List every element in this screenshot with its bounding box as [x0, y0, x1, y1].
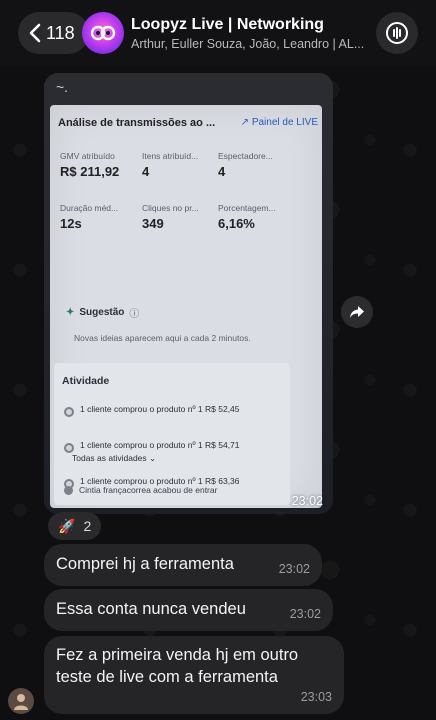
- message-text: Fez a primeira venda hj em outro teste d…: [56, 646, 299, 686]
- back-button[interactable]: 118: [18, 12, 89, 54]
- activity-item: 1 cliente comprou o produto nº 1 R$ 54,7…: [64, 439, 240, 453]
- activity-item: 1 cliente comprou o produto nº 1 R$ 52,4…: [64, 403, 240, 417]
- message-text: Essa conta nunca vendeu: [56, 600, 246, 618]
- screen-header: Análise de transmissões ao ... ↗ Painel …: [58, 117, 318, 129]
- activity-title: Atividade: [62, 375, 110, 387]
- message-time: 23:02: [289, 607, 321, 621]
- activity-panel: Atividade 1 cliente comprou o produto nº…: [54, 363, 290, 505]
- sparkle-icon: ✦: [66, 307, 75, 318]
- photo-timestamp: 23:02: [291, 494, 323, 508]
- sender-avatar[interactable]: [8, 688, 34, 714]
- share-arrow-icon: [350, 306, 364, 318]
- external-link-icon: ↗: [240, 117, 250, 128]
- rocket-emoji: 🚀: [58, 517, 76, 534]
- activity-dot-icon: [64, 407, 74, 417]
- photo-message[interactable]: ~. Análise de transmissões ao ... ↗ Pain…: [44, 73, 333, 514]
- help-icon: ⓘ: [129, 309, 140, 320]
- chat-title: Loopyz Live | Networking: [131, 16, 324, 33]
- chat-members: Arthur, Euller Souza, João, Leandro | AL…: [131, 37, 365, 51]
- reaction-chip[interactable]: 🚀 2: [48, 512, 102, 540]
- all-activities-label: Todas as atividades ⌄: [72, 453, 157, 463]
- stat-items: Itens atribuíd... 4: [142, 151, 199, 179]
- message-time: 23:02: [278, 562, 310, 576]
- unread-count: 118: [46, 22, 75, 43]
- message-bubble[interactable]: Comprei hj a ferramenta 23:02: [44, 544, 322, 586]
- message-bubble[interactable]: Fez a primeira venda hj em outro teste d…: [44, 636, 344, 714]
- screen-title: Análise de transmissões ao ...: [58, 117, 216, 129]
- user-dot-icon: [64, 485, 73, 495]
- voice-chat-icon: [386, 22, 408, 44]
- suggestion-row: ✦ Sugestão ⓘ: [66, 307, 140, 320]
- activity-dot-icon: [64, 443, 74, 453]
- chat-title-block[interactable]: Loopyz Live | Networking Arthur, Euller …: [131, 16, 366, 51]
- photo-top-text: ~.: [56, 79, 69, 95]
- last-event-row: Cintia françacorrea acabou de entrar: [64, 485, 217, 495]
- stat-clicks: Cliques no pr... 349: [142, 203, 199, 231]
- reaction-count: 2: [83, 518, 92, 534]
- suggestion-note: Novas ideias aparecem aqui a cada 2 minu…: [74, 333, 251, 343]
- stat-gmv: GMV atribuído R$ 211,92: [60, 151, 120, 179]
- message-text: Comprei hj a ferramenta: [56, 555, 234, 573]
- chat-header: 118 Loopyz Live | Networking Arthur, Eul…: [0, 0, 436, 66]
- person-icon: [14, 694, 28, 710]
- message-time: 23:03: [300, 690, 332, 704]
- stat-percentage: Porcentagem... 6,16%: [218, 203, 276, 231]
- chevron-down-icon: ⌄: [149, 453, 157, 463]
- photo: ~. Análise de transmissões ao ... ↗ Pain…: [44, 73, 333, 514]
- chevron-left-icon: [29, 23, 41, 43]
- voice-chat-button[interactable]: [376, 12, 418, 54]
- loopyz-logo-icon: [90, 25, 116, 41]
- panel-link: ↗ Painel de LIVE: [240, 117, 318, 128]
- stat-viewers: Espectadore... 4: [218, 151, 273, 179]
- share-button[interactable]: [341, 296, 373, 328]
- message-bubble[interactable]: Essa conta nunca vendeu 23:02: [44, 589, 333, 631]
- stat-duration: Duração méd... 12s: [60, 203, 119, 231]
- group-avatar[interactable]: [82, 12, 124, 54]
- photographed-screen: Análise de transmissões ao ... ↗ Painel …: [50, 105, 322, 508]
